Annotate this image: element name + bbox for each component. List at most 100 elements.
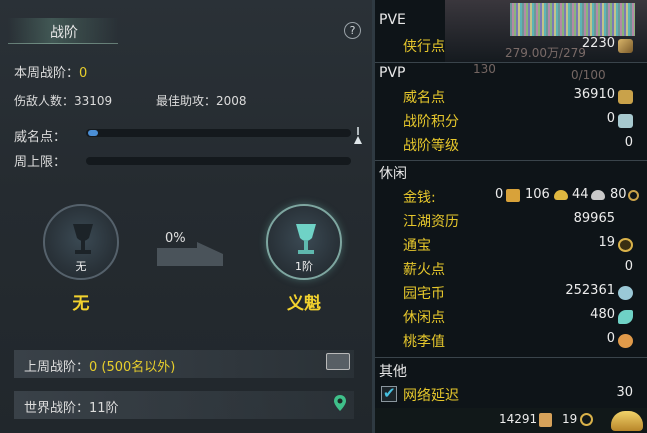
reward-chest-icon[interactable]: [326, 353, 350, 370]
item-label: 桃李值: [403, 334, 445, 350]
gold-brick-icon: [506, 189, 520, 202]
last-week-rank-row: 上周战阶：0 (500名以外): [14, 350, 354, 378]
bottom-value-a: 14291: [499, 412, 538, 426]
world-rank-label: 世界战阶：: [24, 401, 90, 416]
background-text-2: 130: [473, 62, 496, 76]
assist-label: 最佳助攻：: [156, 94, 217, 108]
panel-title: 战阶: [50, 25, 78, 41]
progress-arrow-icon: [157, 242, 223, 266]
house-coin-icon: [618, 286, 633, 300]
item-label: 侠行点: [403, 39, 445, 55]
copper-coin-icon: [628, 190, 639, 201]
peach-icon: [618, 334, 633, 348]
other-heading: 其他: [379, 364, 407, 380]
prestige-progress-bar: [86, 129, 351, 137]
current-rank-name: 无: [72, 294, 90, 314]
leisure-item-xinhuo[interactable]: 薪火点 0: [403, 259, 633, 281]
leisure-item-leisure-point[interactable]: 休闲点 480: [403, 307, 633, 329]
latency-checkbox[interactable]: [381, 384, 397, 402]
gold-ingot-icon: [554, 190, 568, 200]
item-value: 0: [624, 259, 633, 274]
pvp-item-rank-score[interactable]: 战阶积分 0: [403, 111, 633, 133]
leaf-icon: [618, 310, 633, 324]
shield-icon: [618, 114, 633, 128]
assist-value: 2008: [216, 94, 247, 108]
current-rank-emblem[interactable]: 无: [43, 204, 119, 280]
cap-marker-icon: [354, 127, 362, 144]
weekly-rank-row: 本周战阶：0: [14, 62, 354, 81]
war-rank-panel: 战阶 ? 本周战阶：0 伤敌人数：33109 最佳助攻：2008 威名点： 周上…: [0, 0, 372, 433]
goblet-icon: [73, 224, 93, 254]
background-text-3: 0/100: [571, 68, 606, 82]
panel-header: 战阶 ?: [0, 0, 372, 46]
item-label: 战阶积分: [403, 114, 459, 130]
silver-ingot-icon: [591, 190, 605, 200]
goblet-icon: [296, 224, 316, 254]
pve-item-xiaxing[interactable]: 侠行点 2230: [403, 36, 633, 58]
item-value: 0: [624, 135, 633, 150]
coin-icon: [618, 238, 633, 252]
weekly-rank-value: 0: [79, 66, 88, 81]
item-label: 江湖资历: [403, 214, 459, 230]
last-week-label: 上周战阶：: [24, 360, 90, 375]
gold-ingot-button-icon[interactable]: [611, 411, 643, 431]
item-label: 通宝: [403, 238, 431, 254]
latency-value: 30: [616, 385, 633, 400]
item-value: 36910: [573, 87, 615, 102]
kills-label: 伤敌人数：: [14, 94, 75, 108]
current-emblem-caption: 无: [75, 260, 87, 273]
item-value: 480: [590, 307, 615, 322]
money-value-2: 44: [572, 187, 589, 202]
last-week-value: 0 (500名以外): [89, 360, 176, 375]
weekly-cap-label: 周上限：: [14, 155, 67, 170]
prestige-label: 威名点：: [14, 130, 67, 145]
prestige-progress-fill: [88, 130, 98, 136]
leisure-item-peach[interactable]: 桃李值 0: [403, 331, 633, 353]
latency-row: 网络延迟 30: [403, 385, 633, 407]
currency-panel: 279.00万/279 130 0/100 PVE 侠行点 2230 PVP 威…: [372, 0, 647, 433]
coin-icon: [580, 413, 593, 426]
item-value: 19: [598, 235, 615, 250]
game-background-stripes: [510, 3, 635, 36]
divider: [375, 357, 647, 358]
item-label: 威名点: [403, 90, 445, 106]
weekly-rank-label: 本周战阶：: [14, 66, 80, 81]
item-value: 0: [606, 111, 615, 126]
latency-label: 网络延迟: [403, 388, 459, 404]
sword-icon: [618, 39, 633, 53]
tiger-icon: [618, 90, 633, 104]
world-rank-row: 世界战阶：11阶: [14, 391, 354, 419]
money-row[interactable]: 金钱: 0 106 44 80: [403, 187, 639, 209]
item-label: 休闲点: [403, 310, 445, 326]
next-emblem-caption: 1阶: [295, 260, 313, 273]
leisure-item-seniority[interactable]: 江湖资历 89965: [403, 211, 633, 233]
item-label: 战阶等级: [403, 138, 459, 154]
item-value: 89965: [573, 211, 615, 226]
weekly-cap-progress-bar: [86, 157, 351, 165]
leisure-item-tongbao[interactable]: 通宝 19: [403, 235, 633, 257]
bottom-currency-bar: 14291 19: [375, 408, 647, 433]
pvp-item-prestige[interactable]: 威名点 36910: [403, 87, 633, 109]
help-button[interactable]: ?: [344, 22, 361, 39]
money-value-0: 0: [495, 187, 504, 202]
location-pin-icon[interactable]: [333, 394, 347, 412]
divider: [375, 62, 647, 63]
next-rank-emblem[interactable]: 1阶: [266, 204, 342, 280]
item-value: 0: [606, 331, 615, 346]
pvp-item-rank-level[interactable]: 战阶等级 0: [403, 135, 633, 157]
leisure-item-house-coin[interactable]: 园宅币 252361: [403, 283, 633, 305]
leisure-heading: 休闲: [379, 166, 407, 182]
money-value-1: 106: [525, 187, 550, 202]
bottom-value-b: 19: [562, 412, 578, 426]
item-label: 园宅币: [403, 286, 445, 302]
item-value: 252361: [565, 283, 615, 298]
kills-value: 33109: [74, 94, 113, 108]
money-label: 金钱:: [403, 190, 436, 206]
item-value: 2230: [581, 36, 615, 51]
pve-heading: PVE: [379, 12, 406, 28]
divider: [375, 160, 647, 161]
next-rank-name: 义魁: [287, 294, 321, 314]
item-label: 薪火点: [403, 262, 445, 278]
pvp-heading: PVP: [379, 65, 406, 81]
world-rank-value: 11阶: [89, 401, 119, 416]
